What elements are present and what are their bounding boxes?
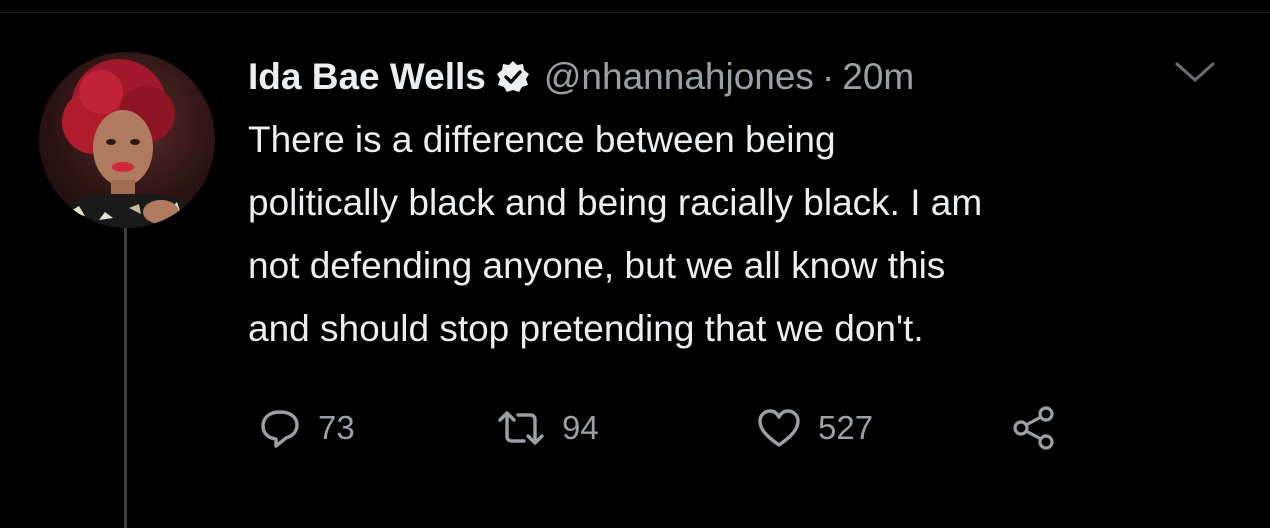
avatar[interactable] [39,52,215,228]
top-divider [0,12,1270,13]
retweet-count: 94 [562,409,599,446]
verified-badge-icon [496,60,530,94]
share-button[interactable] [1010,398,1058,458]
like-count: 527 [818,409,874,446]
tweet-header: Ida Bae Wells @nhannahjones · 20m [248,52,914,102]
reply-icon [261,410,299,448]
separator-dot: · [821,56,835,97]
chevron-down-icon[interactable] [1173,58,1217,88]
display-name[interactable]: Ida Bae Wells [248,56,486,98]
reply-count: 73 [318,409,355,446]
tweet-text-line: politically black and being racially bla… [248,182,983,223]
reply-button[interactable]: 73 [258,398,355,458]
retweet-button[interactable]: 94 [496,398,599,458]
handle[interactable]: @nhannahjones [544,56,814,98]
tweet-text-line: not defending anyone, but we all know th… [248,245,946,286]
tweet-text-line: There is a difference between being [248,119,836,160]
retweet-icon [498,411,544,445]
tweet-text-line: and should stop pretending that we don't… [248,308,924,349]
like-button[interactable]: 527 [756,398,873,458]
thread-connector-line [124,228,127,528]
heart-icon [758,409,800,447]
share-icon [1013,406,1054,450]
tweet-text: There is a difference between being poli… [248,108,1238,360]
avatar-photo [49,59,207,228]
timestamp[interactable]: 20m [842,56,914,98]
